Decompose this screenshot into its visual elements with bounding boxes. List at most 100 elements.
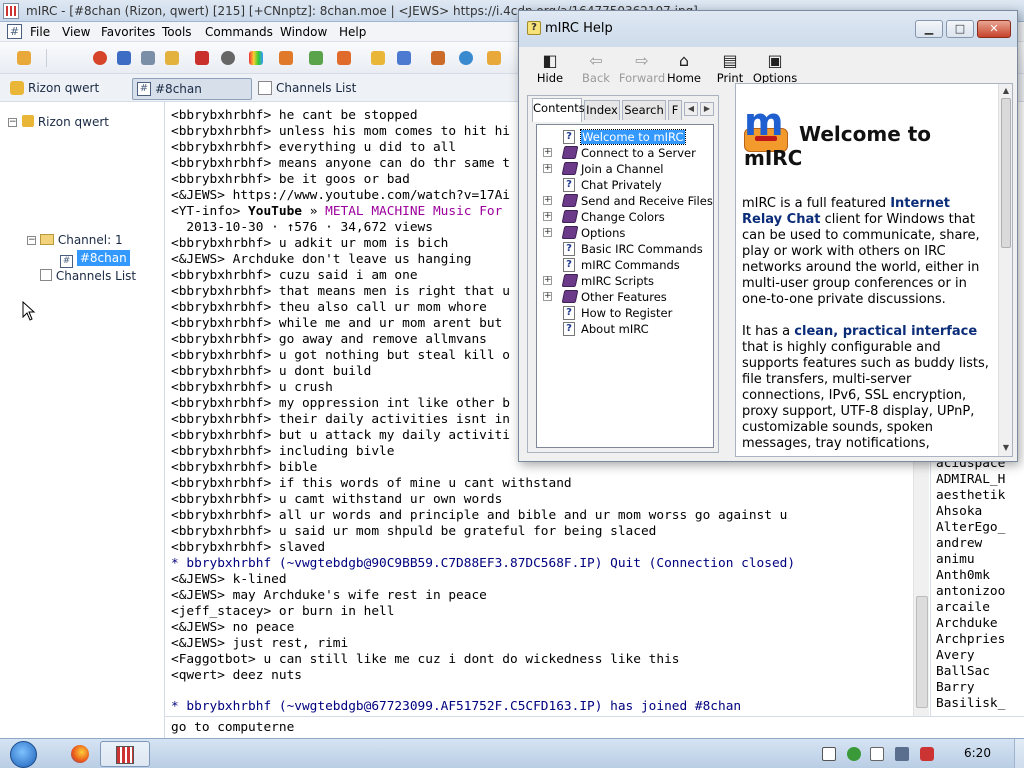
switch-rizon-server[interactable]: Rizon qwert	[6, 78, 99, 100]
nick-item[interactable]: arcaile	[936, 600, 990, 616]
help-topic-item[interactable]: ? About mIRC	[563, 321, 649, 337]
help-topic-item[interactable]: ? mIRC Commands	[563, 257, 680, 273]
help-topic-item[interactable]: Other Features	[561, 289, 667, 305]
help-topic-item[interactable]: Options	[561, 225, 625, 241]
expand-toggle-icon[interactable]: +	[543, 276, 552, 285]
topic-scrollbar[interactable]: ▲ ▼	[998, 84, 1012, 456]
tab-scroll-left-icon[interactable]: ◀	[684, 102, 698, 116]
scroll-up-icon[interactable]: ▲	[1000, 85, 1012, 97]
menu-tools[interactable]: Tools	[162, 25, 192, 39]
menu-window[interactable]: Window	[280, 25, 327, 39]
help-topic-item[interactable]: ? Chat Privately	[563, 177, 662, 193]
message-input[interactable]: go to computerne	[165, 716, 1024, 738]
flag-icon[interactable]	[870, 747, 884, 761]
help-topic-item[interactable]: Connect to a Server	[561, 145, 696, 161]
tab-scroll-right-icon[interactable]: ▶	[700, 102, 714, 116]
tab-favorites[interactable]: F	[668, 100, 682, 120]
help-topic-item[interactable]: ? How to Register	[563, 305, 672, 321]
options-icon[interactable]	[138, 48, 158, 68]
list-channels-icon[interactable]	[114, 48, 134, 68]
menu-commands[interactable]: Commands	[205, 25, 273, 39]
expand-toggle-icon[interactable]: +	[543, 196, 552, 205]
network-icon[interactable]	[895, 747, 909, 761]
topic-scroll-thumb[interactable]	[1001, 98, 1011, 248]
help-topic-item[interactable]: mIRC Scripts	[561, 273, 654, 289]
nick-item[interactable]: Archpries	[936, 632, 1005, 648]
help-topic-item[interactable]: Send and Receive Files	[561, 193, 713, 209]
close-button[interactable]: ✕	[977, 20, 1011, 38]
expand-toggle-icon[interactable]: +	[543, 148, 552, 157]
menu-file[interactable]: File	[30, 25, 50, 39]
tree-folder-toggle[interactable]: −	[27, 236, 36, 245]
nick-item[interactable]: Anth0mk	[936, 568, 990, 584]
menu-help[interactable]: Help	[339, 25, 366, 39]
maximize-button[interactable]: □	[946, 20, 974, 38]
nick-item[interactable]: BallSac	[936, 664, 990, 680]
nick-item[interactable]: animu	[936, 552, 975, 568]
help-topic-item[interactable]: ? Welcome to mIRC	[563, 129, 686, 145]
expand-toggle-icon[interactable]: +	[543, 292, 552, 301]
tab-contents[interactable]: Contents	[532, 98, 585, 122]
help-icon[interactable]	[456, 48, 476, 68]
tab-search[interactable]: Search	[622, 100, 666, 120]
switch-channel-8chan[interactable]: # #8chan	[132, 78, 252, 100]
nick-item[interactable]: Basilisk_	[936, 696, 1005, 712]
help-topic-item[interactable]: Change Colors	[561, 209, 665, 225]
tree-collapse-toggle[interactable]: −	[8, 118, 17, 127]
minimize-button[interactable]: ▁	[915, 20, 943, 38]
switch-channels-list[interactable]: Channels List	[254, 78, 356, 100]
logs-icon[interactable]	[394, 48, 414, 68]
scripts-editor-icon[interactable]	[276, 48, 296, 68]
timer-icon[interactable]	[218, 48, 238, 68]
dcc-send-icon[interactable]	[306, 48, 326, 68]
help-title-bar[interactable]: ? mIRC Help ▁ □ ✕	[519, 11, 1017, 47]
tile-windows-icon[interactable]	[428, 48, 448, 68]
about-icon[interactable]	[484, 48, 504, 68]
mirc-app-icon[interactable]	[3, 3, 19, 19]
channel-window-icon[interactable]: #	[7, 24, 22, 39]
expand-toggle-icon[interactable]: +	[543, 164, 552, 173]
tree-channels-list[interactable]: Channels List	[40, 267, 136, 285]
notify-list-icon[interactable]	[192, 48, 212, 68]
show-desktop-button[interactable]	[1014, 739, 1024, 768]
scroll-down-icon[interactable]: ▼	[1000, 442, 1012, 454]
help-topic-item[interactable]: Join a Channel	[561, 161, 663, 177]
taskbar-firefox[interactable]	[56, 741, 106, 767]
channels-folder-icon[interactable]	[368, 48, 388, 68]
security-icon[interactable]	[847, 747, 861, 761]
dcc-chat-icon[interactable]	[334, 48, 354, 68]
expand-toggle-icon[interactable]: +	[543, 228, 552, 237]
tree-channel-8chan[interactable]: # #8chan	[60, 249, 130, 268]
nick-item[interactable]: Ahsoka	[936, 504, 982, 520]
chat-scroll-thumb[interactable]	[916, 596, 928, 708]
address-book-icon[interactable]	[162, 48, 182, 68]
help-topic-item[interactable]: ? Basic IRC Commands	[563, 241, 703, 257]
nick-item[interactable]: Barry	[936, 680, 975, 696]
taskbar-mirc[interactable]	[100, 741, 150, 767]
help-home-button[interactable]: ⌂ Home	[661, 49, 707, 89]
start-button[interactable]	[4, 740, 44, 768]
expand-toggle-icon[interactable]: +	[543, 212, 552, 221]
nick-item[interactable]: andrew	[936, 536, 982, 552]
volume-muted-icon[interactable]	[920, 747, 934, 761]
action-center-icon[interactable]	[822, 747, 836, 761]
menu-favorites[interactable]: Favorites	[101, 25, 155, 39]
favorites-icon[interactable]	[90, 48, 110, 68]
help-hide-button[interactable]: ◧ Hide	[527, 49, 573, 89]
help-topic-label: Other Features	[581, 290, 667, 304]
help-back-button[interactable]: ⇦ Back	[573, 49, 619, 89]
nick-item[interactable]: ADMIRAL_H	[936, 472, 1005, 488]
nick-item[interactable]: AlterEgo_	[936, 520, 1005, 536]
nick-item[interactable]: antonizoo	[936, 584, 1005, 600]
tree-server[interactable]: Rizon qwert	[22, 113, 109, 131]
nick-item[interactable]: aesthetik	[936, 488, 1005, 504]
nick-item[interactable]: Archduke	[936, 616, 998, 632]
menu-view[interactable]: View	[62, 25, 90, 39]
colors-icon[interactable]	[246, 48, 266, 68]
taskbar-clock[interactable]: 6:20	[964, 746, 991, 760]
tree-channel-folder[interactable]: Channel: 1	[40, 231, 123, 249]
nick-item[interactable]: Avery	[936, 648, 975, 664]
connect-icon[interactable]	[14, 48, 34, 68]
help-forward-button[interactable]: ⇨ Forward	[617, 49, 667, 89]
tab-index[interactable]: Index	[584, 100, 620, 120]
